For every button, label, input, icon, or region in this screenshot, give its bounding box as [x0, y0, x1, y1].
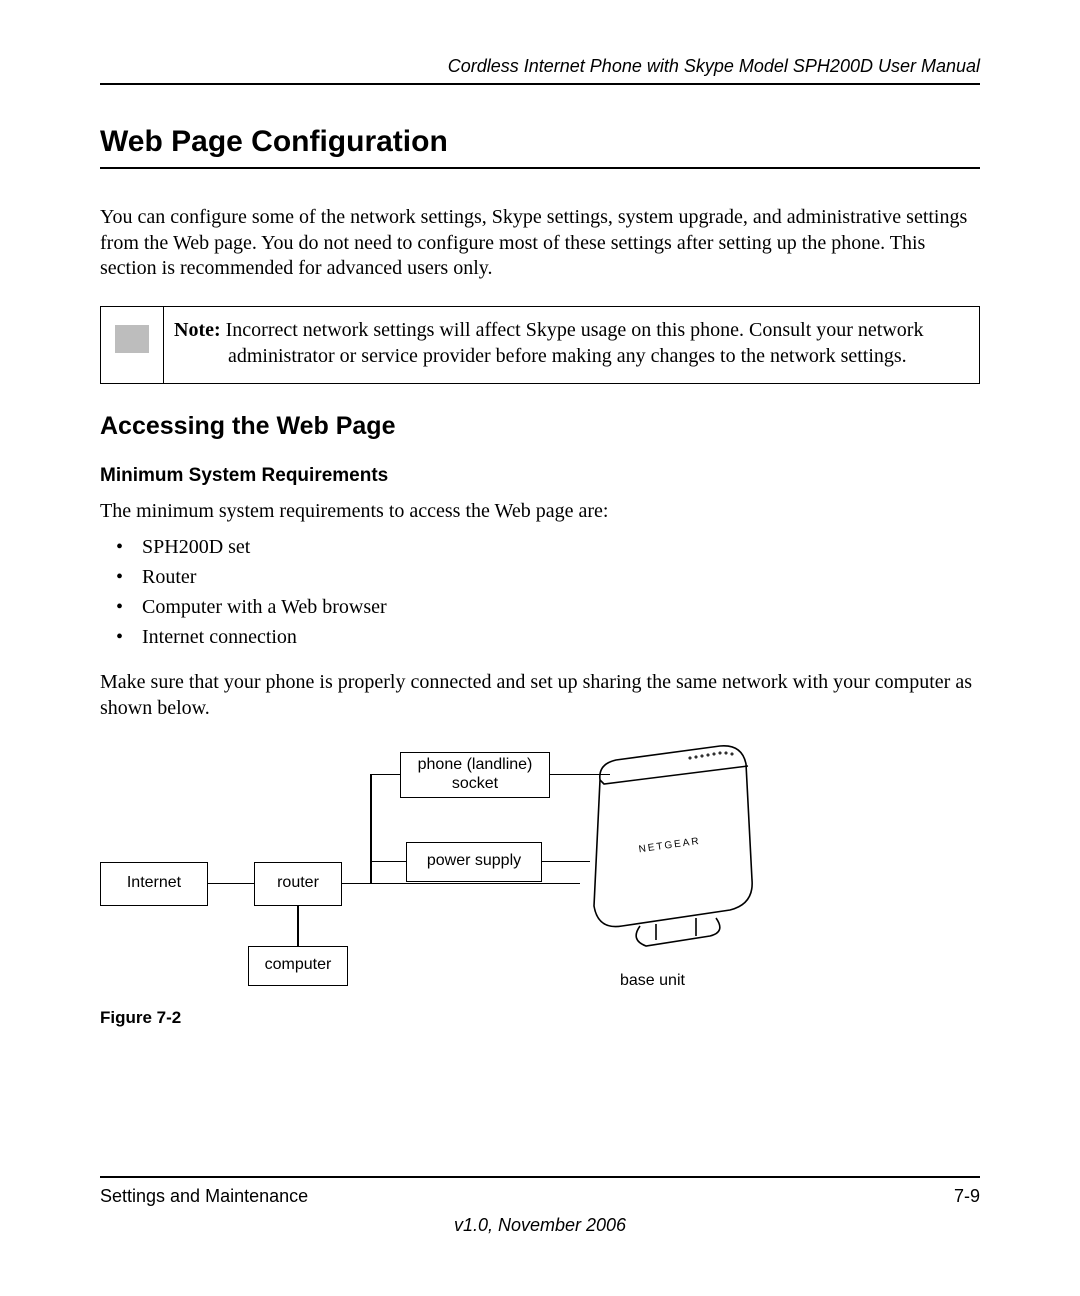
diagram-brand-label: NETGEAR: [638, 835, 701, 855]
page-title: Web Page Configuration: [100, 125, 980, 159]
diagram-power-supply-box: power supply: [406, 842, 542, 882]
requirements-intro: The minimum system requirements to acces…: [100, 499, 980, 525]
note-icon: [115, 325, 149, 353]
page-footer: Settings and Maintenance 7-9 v1.0, Novem…: [100, 1176, 980, 1236]
figure-caption: Figure 7-2: [100, 1008, 980, 1028]
header-rule: [100, 83, 980, 85]
running-header: Cordless Internet Phone with Skype Model…: [100, 56, 980, 83]
note-body: Incorrect network settings will affect S…: [226, 319, 924, 367]
footer-version: v1.0, November 2006: [100, 1215, 980, 1236]
note-box: Note: Incorrect network settings will af…: [100, 306, 980, 384]
section-heading: Accessing the Web Page: [100, 412, 980, 441]
diagram-line: [370, 774, 372, 884]
diagram-internet-box: Internet: [100, 862, 208, 906]
diagram-line: [370, 861, 406, 863]
diagram-base-unit-label: base unit: [620, 972, 685, 990]
diagram-line: [297, 906, 299, 946]
diagram-computer-box: computer: [248, 946, 348, 986]
note-label: Note:: [174, 319, 221, 341]
footer-left: Settings and Maintenance: [100, 1186, 308, 1207]
diagram-line: [208, 883, 254, 885]
diagram-router-box: router: [254, 862, 342, 906]
note-text: Note: Incorrect network settings will af…: [164, 307, 979, 383]
title-rule: [100, 167, 980, 169]
list-item: Router: [124, 562, 980, 592]
list-item: Internet connection: [124, 622, 980, 652]
diagram-line: [342, 883, 370, 885]
network-diagram: Internet router computer phone (landline…: [100, 746, 760, 996]
diagram-line: [370, 774, 400, 776]
subsection-heading: Minimum System Requirements: [100, 465, 980, 487]
diagram-line: [370, 883, 580, 885]
requirements-outro: Make sure that your phone is properly co…: [100, 670, 980, 721]
note-icon-cell: [101, 307, 164, 383]
list-item: SPH200D set: [124, 532, 980, 562]
list-item: Computer with a Web browser: [124, 592, 980, 622]
intro-paragraph: You can configure some of the network se…: [100, 205, 980, 282]
requirements-list: SPH200D set Router Computer with a Web b…: [100, 532, 980, 652]
diagram-base-unit-icon: NETGEAR: [570, 740, 760, 970]
footer-page-number: 7-9: [954, 1186, 980, 1207]
diagram-phone-socket-box: phone (landline) socket: [400, 752, 550, 798]
footer-rule: [100, 1176, 980, 1178]
